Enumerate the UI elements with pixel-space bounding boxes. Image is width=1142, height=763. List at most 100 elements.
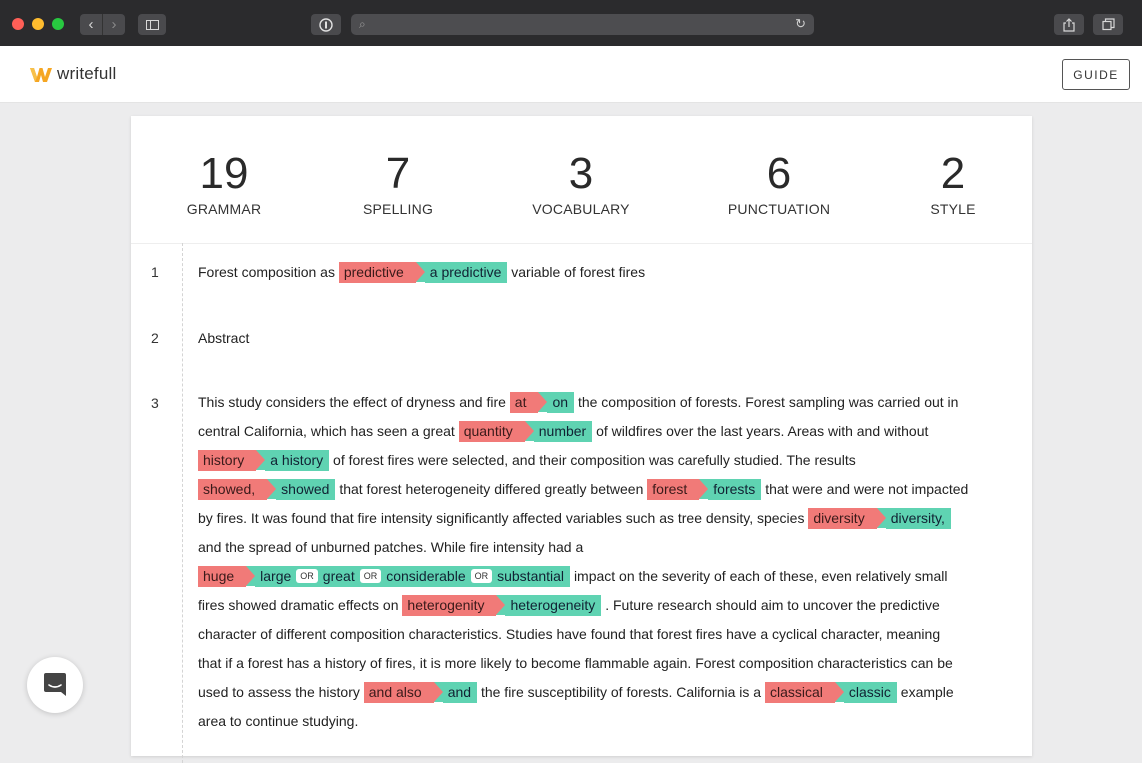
stat-label: VOCABULARY [532,201,630,217]
line-number: 3 [151,395,159,411]
suggestion-chip[interactable]: forest forests [647,478,762,500]
writefull-logo[interactable]: writefull [30,64,116,84]
sidebar-icon [145,19,159,30]
tabs-overview-button[interactable] [1093,14,1123,35]
or-badge: OR [296,569,318,584]
suggestion-insert[interactable]: heterogeneity [505,594,602,616]
suggestion-chip[interactable]: classical classic [764,681,897,703]
suggestion-chip[interactable]: heterogenity heterogeneity [402,594,602,616]
suggestion-chip-multi[interactable]: huge large OR great OR considerable OR substant… [198,565,571,587]
suggestion-chip[interactable]: and also and [363,681,478,703]
stat-count: 3 [568,149,594,198]
tabs-icon [1101,18,1115,31]
suggestion-chip[interactable]: showed, showed [198,478,336,500]
text-segment: fires showed dramatic effects on [198,597,399,613]
share-button[interactable] [1054,14,1084,35]
chevron-left-icon: ‹ [88,16,94,33]
writefull-logo-icon [30,68,52,82]
zoom-window-button[interactable] [52,18,64,30]
suggestion-insert[interactable]: classic [843,681,897,703]
text-segment: and the spread of unburned patches. Whil… [198,539,584,555]
text-row: area to continue studying. [198,707,998,736]
alternative-option[interactable]: substantial [497,562,564,591]
arrow-icon [256,449,266,470]
back-button[interactable]: ‹ [80,14,103,35]
alternative-option[interactable]: large [260,562,291,591]
suggestion-insert[interactable]: and [442,681,478,703]
suggestion-insert[interactable]: showed [276,478,336,500]
text-segment: impact on the severity of each of these,… [573,568,948,584]
suggestion-insert[interactable]: forests [708,478,762,500]
suggestion-insert[interactable]: on [547,391,575,413]
close-window-button[interactable] [12,18,24,30]
stat-style[interactable]: 2 STYLE [930,149,976,218]
suggestion-chip[interactable]: history a history [198,449,330,471]
text-row: that if a forest has a history of fires,… [198,649,998,678]
browser-toolbar: ‹ › ⌕ ↻ [0,0,1142,46]
password-key-icon [319,17,333,32]
text-segment: This study considers the effect of dryne… [198,394,506,410]
stat-label: STYLE [930,201,976,217]
suggestion-chip[interactable]: predictive a predictive [338,261,508,283]
suggestion-chip[interactable]: quantity number [458,420,593,442]
arrow-icon [524,420,534,441]
text-segment: . Future research should aim to uncover … [605,597,940,613]
alternative-option[interactable]: considerable [386,562,465,591]
password-manager-button[interactable] [311,14,341,35]
or-badge: OR [470,569,493,584]
arrow-icon [246,565,256,586]
suggestion-insert[interactable]: a predictive [424,261,508,283]
arrow-icon [415,261,425,282]
text-segment: that if a forest has a history of fires,… [198,655,953,671]
forward-button[interactable]: › [103,14,125,35]
suggestion-chip[interactable]: at on [509,391,575,413]
suggestion-insert[interactable]: a history [265,449,330,471]
suggestion-chip[interactable]: diversity diversity, [808,507,951,529]
line-number: 1 [151,264,159,280]
stats-bar: 19 GRAMMAR 7 SPELLING 3 VOCABULARY 6 PUN… [131,116,1032,244]
stat-spelling[interactable]: 7 SPELLING [362,151,434,218]
suggestion-delete: history [198,449,257,471]
text-segment: example [900,684,954,700]
text-row: central California, which has seen a gre… [198,417,998,446]
abstract-paragraph[interactable]: This study considers the effect of dryne… [198,388,998,736]
chat-launcher-button[interactable] [27,657,83,713]
stat-grammar[interactable]: 19 GRAMMAR [187,151,262,218]
stat-label: SPELLING [362,201,434,217]
stat-punctuation[interactable]: 6 PUNCTUATION [727,149,831,218]
line-number-gutter [182,243,183,763]
suggestion-delete: forest [647,478,700,500]
arrow-icon [267,478,277,499]
alternative-option[interactable]: great [323,562,355,591]
suggestion-insert[interactable]: diversity, [885,507,951,529]
stat-label: PUNCTUATION [727,201,831,217]
text-row: by fires. It was found that fire intensi… [198,504,998,533]
suggestion-delete: heterogenity [402,594,497,616]
text-row: huge large OR great OR considerable OR substant… [198,562,998,591]
text-row: This study considers the effect of dryne… [198,388,998,417]
text-segment: Forest composition as [198,264,335,280]
stat-count: 2 [940,149,966,198]
stat-vocabulary[interactable]: 3 VOCABULARY [532,149,630,218]
minimize-window-button[interactable] [32,18,44,30]
reload-icon[interactable]: ↻ [795,16,806,32]
text-segment: used to assess the history [198,684,360,700]
suggestion-delete: quantity [458,420,525,442]
suggestion-insert[interactable]: number [533,420,593,442]
share-icon [1063,17,1075,32]
text-row: fires showed dramatic effects on heterog… [198,591,998,620]
suggestion-delete: and also [363,681,434,703]
stat-count: 6 [766,149,792,198]
text-segment: area to continue studying. [198,713,359,729]
suggestion-delete: huge [198,565,247,587]
guide-button[interactable]: GUIDE [1062,59,1130,90]
address-bar[interactable]: ⌕ ↻ [351,14,814,35]
text-line[interactable]: Forest composition as predictive a predic… [198,261,645,284]
sidebar-toggle-button[interactable] [138,14,166,35]
document-card: 19 GRAMMAR 7 SPELLING 3 VOCABULARY 6 PUN… [131,116,1032,763]
text-segment: that forest heterogeneity differed great… [339,481,644,497]
arrow-icon [876,507,886,528]
text-segment: central California, which has seen a gre… [198,423,455,439]
line-number: 2 [151,330,159,346]
text-line[interactable]: Abstract [198,330,249,346]
